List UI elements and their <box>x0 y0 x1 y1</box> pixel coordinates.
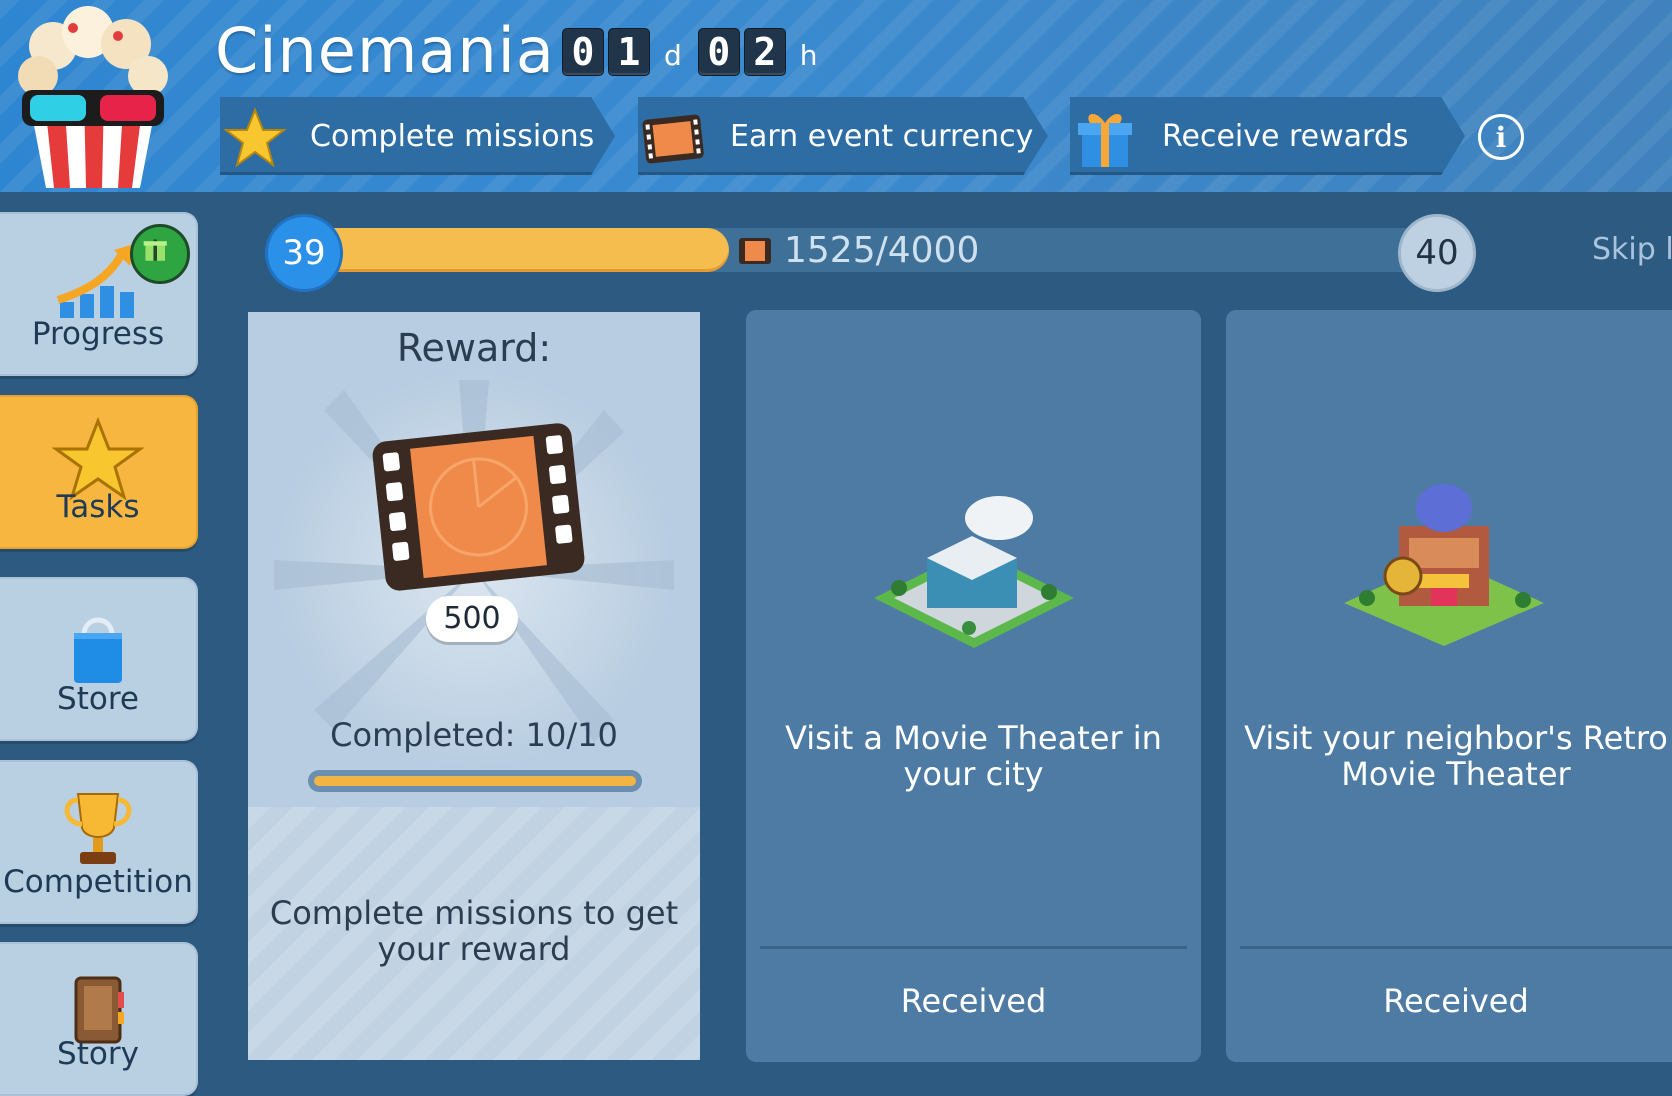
sidebar-item-progress[interactable]: Progress <box>0 212 198 376</box>
sidebar-item-competition[interactable]: Competition <box>0 760 198 924</box>
next-level-badge: 40 <box>1398 214 1476 292</box>
task-card[interactable]: Visit a Movie Theater in your city Recei… <box>746 310 1201 1062</box>
reward-title: Reward: <box>396 326 552 370</box>
timer-hours-unit: h <box>799 39 818 72</box>
step-receive-rewards: Receive rewards <box>1070 97 1465 175</box>
task-description: Visit a Movie Theater in your city <box>785 719 1162 793</box>
reward-amount: 500 <box>426 596 518 642</box>
task-card[interactable]: Visit your neighbor's Retro Movie Theate… <box>1226 310 1672 1062</box>
sidebar-item-store[interactable]: Store <box>0 577 198 741</box>
film-reel-icon <box>372 423 585 591</box>
hint-area: Complete missions to get your reward <box>248 807 700 1060</box>
current-level-badge: 39 <box>265 214 343 292</box>
completed-progress-fill <box>314 776 636 786</box>
sidebar-item-label: Store <box>57 681 139 717</box>
popcorn-logo-icon <box>18 6 168 188</box>
task-status: Received <box>900 982 1047 1020</box>
level-progress-text: 1525/4000 <box>784 230 980 271</box>
info-button[interactable]: i <box>1478 114 1524 160</box>
reward-card: Reward: 500 Completed: 10/10 Complete mi… <box>248 312 700 1060</box>
gift-badge-icon <box>130 224 190 284</box>
gift-icon <box>1078 113 1132 167</box>
timer-digit: 0 <box>697 28 740 76</box>
sidebar-item-tasks[interactable]: Tasks <box>0 395 198 549</box>
task-description: Visit your neighbor's Retro Movie Theate… <box>1244 719 1668 793</box>
sidebar-item-label: Progress <box>31 316 165 352</box>
step-earn-currency: Earn event currency <box>638 97 1048 175</box>
skip-level-button[interactable]: Skip le <box>1592 232 1672 267</box>
reward-hint: Complete missions to get your reward <box>269 894 679 968</box>
timer-digit: 1 <box>608 28 650 76</box>
level-progress-fill <box>300 228 729 272</box>
star-icon <box>223 107 287 168</box>
film-reel-icon <box>739 238 771 264</box>
event-timer: 0 1 d 0 2 h <box>562 28 830 76</box>
sidebar: Progress Tasks Store Competition Story <box>0 192 218 1096</box>
step-label: Complete missions <box>310 119 595 154</box>
movie-theater-building-icon <box>873 496 1074 648</box>
sidebar-item-label: Competition <box>3 864 193 900</box>
sidebar-item-story[interactable]: Story <box>0 942 198 1096</box>
completed-count: Completed: 10/10 <box>330 716 618 754</box>
step-label: Earn event currency <box>730 119 1034 154</box>
divider <box>1240 946 1672 949</box>
timer-digit: 0 <box>562 28 604 76</box>
timer-days-unit: d <box>664 39 682 72</box>
step-label: Receive rewards <box>1162 119 1409 154</box>
event-title: Cinemania <box>215 14 555 87</box>
step-complete-missions: Complete missions <box>220 97 615 175</box>
retro-movie-theater-building-icon <box>1344 484 1544 646</box>
film-reel-icon <box>642 114 704 164</box>
event-header: Cinemania 0 1 d 0 2 h Complete missions … <box>0 0 1672 192</box>
sidebar-item-label: Story <box>57 1036 139 1072</box>
divider <box>760 946 1187 949</box>
sidebar-item-label: Tasks <box>56 489 140 525</box>
task-status: Received <box>1383 982 1529 1020</box>
timer-digit: 2 <box>743 28 786 76</box>
